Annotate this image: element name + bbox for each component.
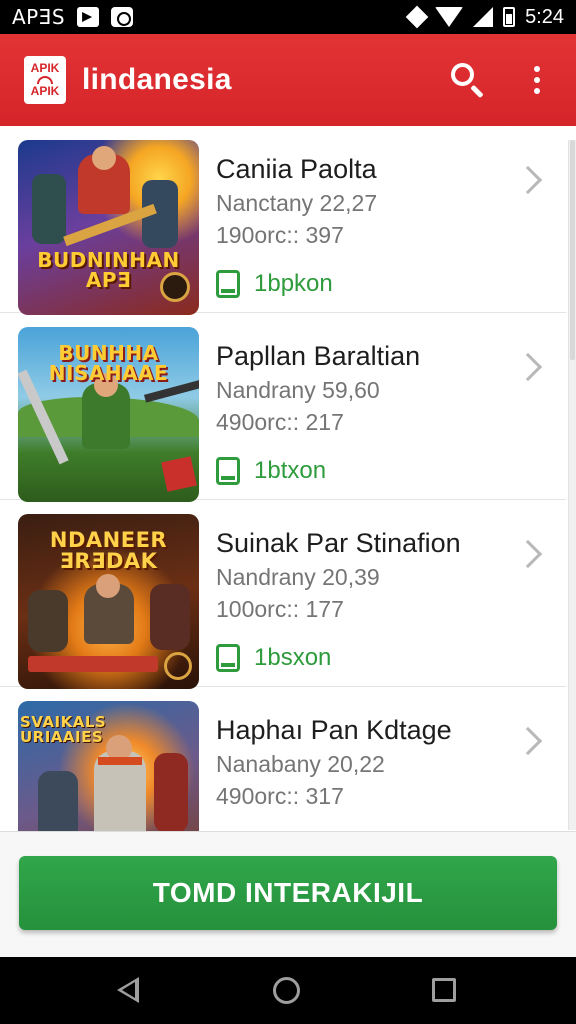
logo-text-top: APIK — [30, 61, 60, 75]
device-icon — [216, 644, 240, 672]
item-status-label: 1btxon — [254, 457, 327, 484]
item-status-label: 1bpkon — [254, 270, 333, 297]
list-item[interactable]: BUDNINHAN APƎ Caniia Paolta Nanctany 22,… — [0, 126, 566, 315]
signal-icon — [473, 7, 494, 27]
item-status: 1btxon — [216, 457, 326, 485]
chevron-right-icon[interactable] — [513, 352, 543, 382]
shield-notification-icon — [111, 7, 134, 27]
recents-icon[interactable] — [432, 978, 456, 1002]
item-meta: 190orc:: 397 — [216, 222, 344, 248]
scrollbar[interactable] — [568, 140, 576, 830]
data-diamond-icon — [405, 5, 429, 29]
device-icon — [216, 457, 240, 485]
item-subtitle: Nandrany 59,60 — [216, 377, 380, 403]
thumbnail-title: BUNHHA NISAHAAE — [48, 341, 169, 385]
item-meta: 490orc:: 317 — [216, 783, 344, 809]
game-thumbnail: SVAIKALS URIAAIES — [18, 701, 199, 831]
chevron-right-icon[interactable] — [513, 726, 543, 756]
app-title: lindanesia — [82, 63, 232, 96]
item-meta: 490orc:: 217 — [216, 409, 344, 435]
status-bar: APƎS 5:24 — [0, 0, 576, 34]
item-status: 1bpkon — [216, 270, 333, 298]
carrier-label: APƎS — [12, 5, 66, 29]
list-item[interactable]: NDANEER ƎRƎDAK Suinak Par Stinafion Nand… — [0, 500, 566, 689]
game-thumbnail: BUNHHA NISAHAAE — [18, 327, 199, 502]
chevron-right-icon[interactable] — [513, 539, 543, 569]
game-thumbnail: NDANEER ƎRƎDAK — [18, 514, 199, 689]
app-logo[interactable]: APIK APIK — [24, 56, 66, 104]
overflow-menu-icon[interactable] — [522, 60, 552, 100]
logo-text-bottom: APIK — [30, 84, 60, 98]
item-subtitle: Nanabany 20,22 — [216, 751, 385, 777]
play-notification-icon — [77, 7, 100, 27]
list-item[interactable]: BUNHHA NISAHAAE Papllan Baraltian Nandra… — [0, 313, 566, 502]
chevron-right-icon[interactable] — [513, 165, 543, 195]
battery-icon — [503, 7, 516, 27]
item-subtitle: Nanctany 22,27 — [216, 190, 378, 216]
item-title: Haphaı Pan Kdtage — [216, 715, 452, 745]
navigation-bar — [0, 957, 576, 1024]
clock: 5:24 — [525, 5, 564, 28]
list-item[interactable]: SVAIKALS URIAAIES Haphaı Pan Kdtage Nana… — [0, 687, 566, 831]
item-status-label: 1bsxon — [254, 644, 332, 671]
item-title: Caniia Paolta — [216, 154, 377, 184]
logo-arc-icon — [37, 76, 53, 84]
item-title: Suinak Par Stinafion — [216, 528, 461, 558]
wifi-icon — [435, 7, 464, 27]
search-icon[interactable] — [448, 60, 488, 100]
app-list[interactable]: BUDNINHAN APƎ Caniia Paolta Nanctany 22,… — [0, 126, 576, 831]
item-meta: 100orc:: 177 — [216, 596, 344, 622]
back-icon[interactable] — [117, 977, 139, 1003]
item-title: Papllan Baraltian — [216, 341, 421, 371]
thumbnail-title: NDANEER ƎRƎDAK — [49, 528, 168, 573]
home-icon[interactable] — [273, 977, 300, 1004]
device-icon — [216, 270, 240, 298]
action-area: TOMD INTERAKIJIL — [0, 831, 576, 957]
primary-action-button[interactable]: TOMD INTERAKIJIL — [19, 856, 557, 930]
thumbnail-title: SVAIKALS URIAAIES — [20, 713, 107, 746]
app-bar: APIK APIK lindanesia — [0, 34, 576, 126]
scrollbar-thumb[interactable] — [570, 140, 575, 360]
item-status: 1bsxon — [216, 644, 331, 672]
item-subtitle: Nandrany 20,39 — [216, 564, 380, 590]
game-thumbnail: BUDNINHAN APƎ — [18, 140, 199, 315]
